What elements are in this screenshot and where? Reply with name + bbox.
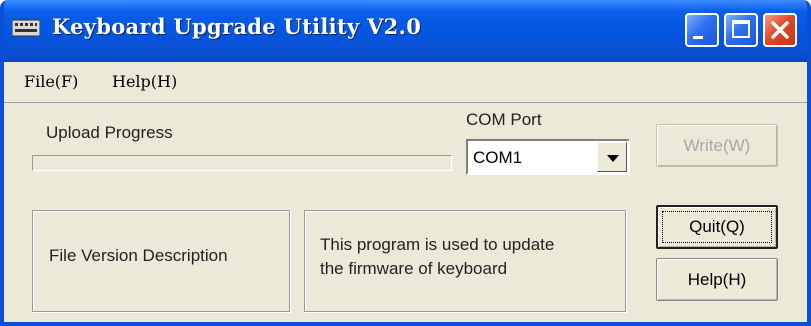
- description-panel: This program is used to update the firmw…: [304, 210, 626, 312]
- com-port-label: COM Port: [466, 110, 542, 129]
- maximize-icon: [732, 20, 750, 38]
- upload-progress-bar: [32, 155, 452, 171]
- maximize-button[interactable]: [724, 13, 758, 47]
- file-version-panel: File Version Description: [32, 210, 290, 312]
- menu-help[interactable]: Help(H): [112, 72, 177, 91]
- minimize-button[interactable]: [685, 13, 719, 47]
- title-bar[interactable]: Keyboard Upgrade Utility V2.0: [4, 0, 807, 62]
- help-button[interactable]: Help(H): [656, 258, 778, 301]
- com-port-select[interactable]: COM1: [466, 139, 630, 175]
- file-version-text: File Version Description: [49, 246, 228, 265]
- minimize-icon: [693, 36, 703, 39]
- app-window: Keyboard Upgrade Utility V2.0 File(F) He…: [0, 0, 811, 326]
- menu-bar: File(F) Help(H): [4, 62, 807, 103]
- menu-file[interactable]: File(F): [24, 72, 78, 91]
- quit-button[interactable]: Quit(Q): [656, 205, 778, 249]
- chevron-down-icon[interactable]: [597, 142, 627, 172]
- window-title: Keyboard Upgrade Utility V2.0: [52, 14, 422, 39]
- close-icon: [771, 21, 789, 39]
- com-port-value: COM1: [473, 148, 523, 167]
- quit-button-label: Quit(Q): [689, 217, 745, 236]
- keyboard-icon: [12, 19, 40, 37]
- write-button[interactable]: Write(W): [656, 124, 778, 167]
- close-button[interactable]: [763, 13, 797, 47]
- description-line-2: the firmware of keyboard: [320, 259, 508, 278]
- description-line-1: This program is used to update: [320, 235, 555, 254]
- upload-progress-label: Upload Progress: [46, 123, 173, 142]
